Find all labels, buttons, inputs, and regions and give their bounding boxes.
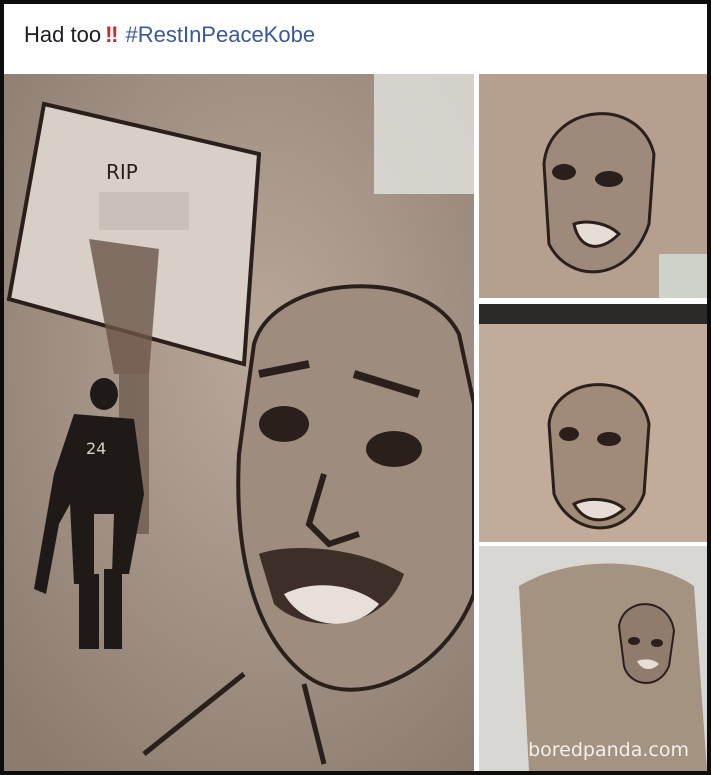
photo-thumb-2[interactable] (479, 304, 707, 542)
caption-text: Had too (24, 22, 102, 47)
photo-thumb-3[interactable]: boredpanda.com (479, 546, 707, 771)
photo-main[interactable]: RIP 24 (4, 74, 474, 771)
post-caption: Had too ‼ #RestInPeaceKobe (24, 22, 315, 48)
backboard-rip-text: RIP (106, 160, 138, 184)
screenshot-frame: Had too ‼ #RestInPeaceKobe RIP 24 boredp… (0, 0, 711, 775)
jersey-number-text: 24 (86, 439, 106, 458)
hashtag-link[interactable]: #RestInPeaceKobe (125, 22, 315, 47)
tattoo-portrait-thumb-1 (479, 74, 707, 298)
tattoo-back-thumb-3 (479, 546, 707, 771)
tattoo-portrait-thumb-2 (479, 304, 707, 542)
photo-thumb-1[interactable] (479, 74, 707, 298)
double-exclamation-emoji: ‼ (105, 22, 118, 47)
tattoo-back-illustration: RIP 24 (4, 74, 474, 771)
watermark-text: boredpanda.com (528, 739, 689, 761)
